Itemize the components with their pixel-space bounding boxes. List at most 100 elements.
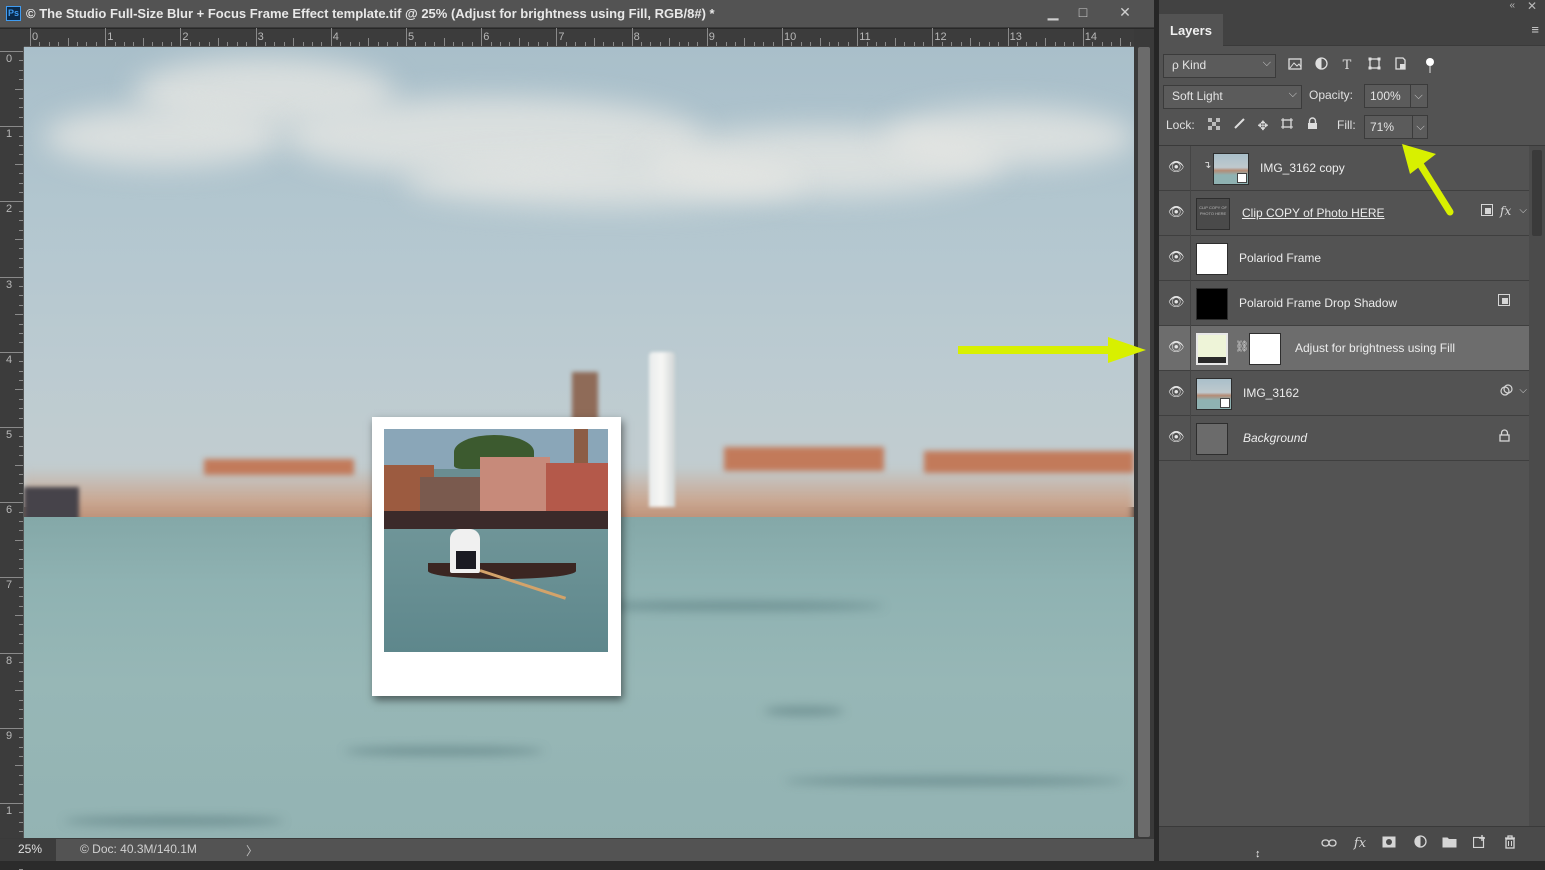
ruler-tick (0, 652, 23, 654)
layer-row-polaroid-frame[interactable]: 👁 Polariod Frame (1159, 236, 1529, 281)
opacity-slider-toggle[interactable]: ⌵ (1410, 85, 1426, 107)
layer-row-img-3162-copy[interactable]: 👁 ↴ IMG_3162 copy (1159, 146, 1529, 191)
new-group-folder-icon[interactable] (1440, 835, 1458, 853)
zoom-level[interactable]: 25% (0, 839, 56, 861)
ruler-minor-tick (565, 42, 567, 46)
fx-icon[interactable]: fx (1500, 204, 1511, 218)
ruler-minor-tick (48, 42, 50, 46)
layer-name[interactable]: Polaroid Frame Drop Shadow (1239, 296, 1397, 310)
ruler-minor-tick (19, 774, 23, 776)
layer-thumbnail[interactable] (1196, 288, 1228, 320)
add-mask-icon[interactable] (1380, 835, 1398, 853)
ruler-tick (0, 51, 23, 52)
layer-name[interactable]: Clip COPY of Photo HERE (1242, 206, 1385, 220)
annotation-arrow-right (958, 337, 1146, 363)
layer-name[interactable]: Background (1243, 431, 1307, 445)
layer-effects-badge-icon (1481, 204, 1493, 219)
close-button[interactable]: ✕ (1110, 3, 1140, 23)
lock-image-pixels-icon[interactable] (1230, 117, 1248, 135)
blend-mode-dropdown[interactable]: Soft Light ⌵ (1163, 85, 1302, 109)
visibility-eye-icon[interactable]: 👁 (1168, 340, 1185, 354)
vertical-ruler[interactable]: 0 1 2 3 4 5 6 7 8 9 1 (0, 47, 24, 870)
ruler-origin[interactable] (0, 29, 24, 47)
layer-thumbnail[interactable] (1196, 423, 1228, 455)
layer-row-background[interactable]: 👁 Background (1159, 416, 1529, 461)
ruler-label: 0 (6, 53, 13, 65)
visibility-eye-icon[interactable]: 👁 (1168, 250, 1185, 264)
maximize-button[interactable]: □ (1068, 3, 1098, 23)
opacity-field[interactable]: 100% ⌵ (1364, 84, 1428, 108)
expand-effects-icon[interactable]: ⌵ (1519, 205, 1527, 216)
panel-menu-icon[interactable]: ≡ (1531, 22, 1539, 37)
filter-kind-dropdown[interactable]: ρ Kind ⌵ (1163, 54, 1276, 78)
ruler-minor-tick (951, 42, 953, 46)
shape-filter-icon[interactable] (1365, 57, 1383, 75)
canvas-scroll-thumb[interactable] (1138, 47, 1150, 837)
adjustment-filter-icon[interactable] (1312, 57, 1330, 75)
horizontal-ruler[interactable]: 0 1 2 3 4 5 6 7 8 9 10 11 12 13 14 (24, 28, 1150, 47)
close-icon[interactable]: ✕ (1527, 0, 1537, 13)
image-canvas[interactable] (24, 47, 1134, 838)
lock-position-icon[interactable]: ✥ (1254, 117, 1272, 135)
polaroid-frame[interactable] (372, 417, 621, 696)
ruler-minor-tick (1129, 42, 1131, 46)
canvas-vertical-scrollbar[interactable] (1134, 29, 1154, 838)
document-size-info: © Doc: 40.3M/140.1M (80, 842, 197, 856)
lock-transparent-pixels-icon[interactable] (1205, 117, 1223, 135)
type-filter-icon[interactable]: T (1338, 57, 1356, 75)
layer-thumbnail[interactable] (1196, 378, 1232, 410)
visibility-eye-icon[interactable]: 👁 (1168, 295, 1185, 309)
visibility-eye-icon[interactable]: 👁 (1168, 205, 1185, 219)
fx-icon[interactable]: fx (1351, 835, 1369, 853)
layer-mask-thumbnail[interactable] (1249, 333, 1281, 365)
layers-scrollbar[interactable] (1529, 146, 1545, 826)
ruler-label: 4 (6, 353, 13, 366)
document-titlebar[interactable]: Ps © The Studio Full-Size Blur + Focus F… (0, 0, 1154, 28)
minimize-button[interactable]: ▁ (1038, 3, 1068, 23)
layer-name[interactable]: IMG_3162 (1243, 386, 1299, 400)
layer-row-clip-copy[interactable]: 👁 CLIP COPY OF PHOTO HERE Clip COPY of P… (1159, 191, 1529, 236)
ruler-tick (631, 28, 633, 46)
smart-filter-icon[interactable] (1500, 384, 1513, 400)
ruler-minor-tick (772, 42, 774, 46)
layer-name[interactable]: Adjust for brightness using Fill (1295, 341, 1455, 355)
ruler-label: 1 (6, 128, 13, 141)
layer-name[interactable]: Polariod Frame (1239, 251, 1321, 265)
fill-layer-thumbnail[interactable] (1196, 333, 1228, 365)
layer-row-adjust-brightness[interactable]: 👁 ⛓ Adjust for brightness using Fill (1159, 326, 1529, 371)
layer-row-img-3162[interactable]: 👁 IMG_3162 ⌵ (1159, 371, 1529, 416)
visibility-eye-icon[interactable]: 👁 (1168, 385, 1185, 399)
fill-slider-toggle[interactable]: ⌵ (1412, 116, 1428, 138)
link-layers-icon[interactable] (1320, 835, 1338, 853)
new-adjustment-layer-icon[interactable] (1411, 835, 1429, 853)
image-filter-icon[interactable] (1286, 57, 1304, 75)
ruler-minor-tick (866, 42, 868, 46)
tab-layers[interactable]: Layers (1159, 14, 1223, 46)
visibility-eye-icon[interactable]: 👁 (1168, 160, 1185, 174)
layer-name[interactable]: IMG_3162 copy (1260, 161, 1345, 175)
link-chain-icon[interactable]: ⛓ (1235, 340, 1249, 353)
ruler-minor-tick (19, 492, 23, 494)
ruler-minor-tick (19, 98, 23, 99)
layer-row-polaroid-drop-shadow[interactable]: 👁 Polaroid Frame Drop Shadow (1159, 281, 1529, 326)
lock-artboard-icon[interactable] (1278, 117, 1296, 135)
collapse-icon[interactable]: « (1509, 0, 1515, 11)
ruler-minor-tick (894, 38, 896, 46)
layer-thumbnail[interactable] (1213, 153, 1249, 185)
fill-field[interactable]: 71% ⌵ (1364, 115, 1428, 139)
filter-toggle-icon[interactable] (1421, 57, 1439, 75)
trash-icon[interactable] (1501, 835, 1519, 853)
lock-all-icon[interactable] (1303, 117, 1321, 135)
ruler-tick (0, 803, 23, 804)
status-menu-arrow[interactable]: 〉 (246, 842, 258, 859)
ruler-minor-tick (142, 38, 144, 46)
layers-scroll-thumb[interactable] (1532, 150, 1542, 236)
smart-object-filter-icon[interactable] (1391, 57, 1409, 75)
expand-filters-icon[interactable]: ⌵ (1519, 385, 1527, 396)
layer-thumbnail[interactable] (1196, 243, 1228, 275)
layer-thumbnail[interactable]: CLIP COPY OF PHOTO HERE (1196, 198, 1230, 230)
new-layer-icon[interactable] (1470, 835, 1488, 853)
visibility-eye-icon[interactable]: 👁 (1168, 430, 1185, 444)
ruler-tick (105, 28, 107, 46)
ruler-minor-tick (321, 42, 323, 46)
